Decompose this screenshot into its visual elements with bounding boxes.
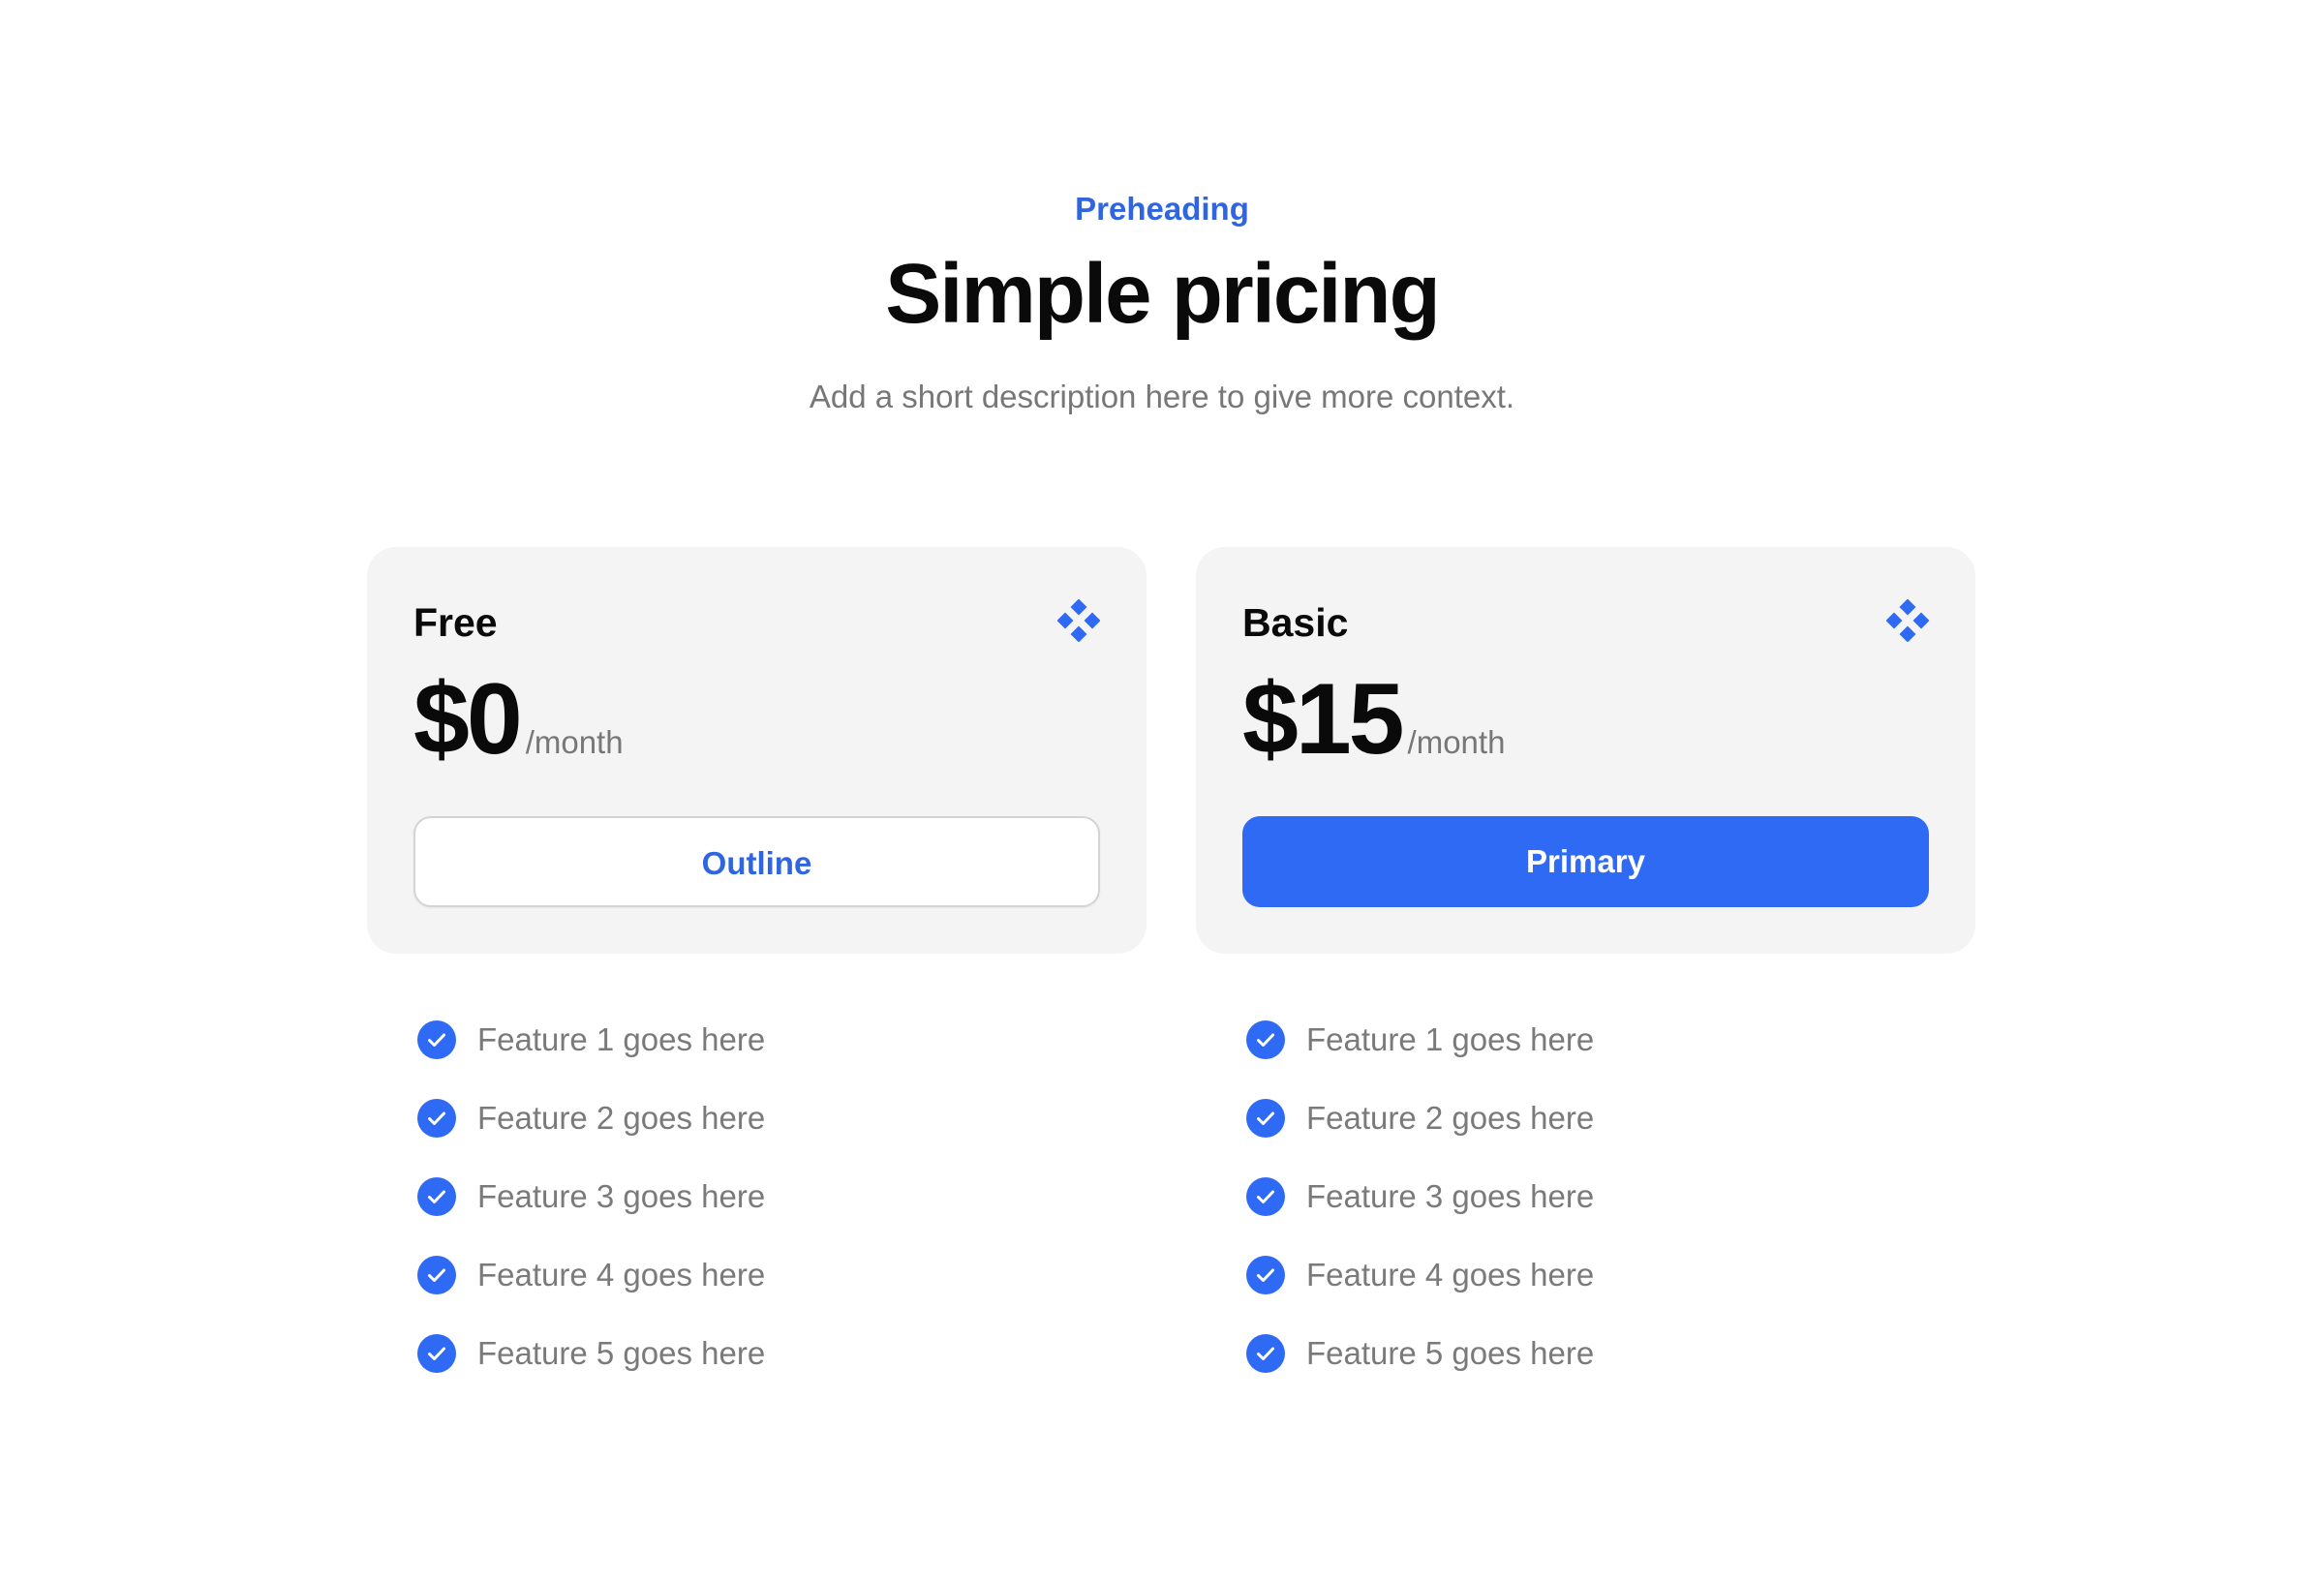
plan-card: Free $0/month Outline xyxy=(367,547,1147,954)
page-title: Simple pricing xyxy=(885,247,1440,341)
check-circle-icon xyxy=(1246,1019,1285,1059)
feature-item: Feature 2 goes here xyxy=(417,1079,765,1157)
outline-button[interactable]: Outline xyxy=(413,816,1100,907)
price-row: $0/month xyxy=(413,661,624,777)
plan-name: Free xyxy=(413,600,498,645)
feature-item: Feature 1 goes here xyxy=(417,1000,765,1079)
check-circle-icon xyxy=(417,1176,456,1216)
check-circle-icon xyxy=(1246,1176,1285,1216)
check-circle-icon xyxy=(1246,1255,1285,1294)
feature-label: Feature 3 goes here xyxy=(477,1177,766,1214)
check-circle-icon xyxy=(1246,1098,1285,1138)
price-amount: $15 xyxy=(1242,663,1405,776)
feature-list: Feature 1 goes here Feature 2 goes here … xyxy=(417,1000,765,1392)
page-description: Add a short description here to give mor… xyxy=(809,379,1515,414)
feature-label: Feature 5 goes here xyxy=(477,1334,766,1371)
price-period: /month xyxy=(525,724,624,760)
check-circle-icon xyxy=(417,1098,456,1138)
feature-label: Feature 1 goes here xyxy=(477,1020,766,1057)
check-circle-icon xyxy=(417,1019,456,1059)
price-period: /month xyxy=(1407,724,1506,760)
feature-label: Feature 1 goes here xyxy=(1306,1020,1595,1057)
feature-label: Feature 3 goes here xyxy=(1306,1177,1595,1214)
feature-label: Feature 2 goes here xyxy=(477,1099,766,1136)
feature-item: Feature 2 goes here xyxy=(1246,1079,1594,1157)
feature-label: Feature 5 goes here xyxy=(1306,1334,1595,1371)
check-circle-icon xyxy=(1246,1333,1285,1373)
diamond-cluster-icon xyxy=(1886,599,1929,642)
plan-free: Free $0/month Outline Feature 1 goes her… xyxy=(367,547,1147,1373)
price-amount: $0 xyxy=(413,663,523,776)
plan-name: Basic xyxy=(1242,600,1349,645)
plan-basic: Basic $15/month Primary Feature 1 goes h… xyxy=(1196,547,1975,1373)
feature-item: Feature 3 goes here xyxy=(1246,1157,1594,1235)
check-circle-icon xyxy=(417,1333,456,1373)
feature-item: Feature 4 goes here xyxy=(1246,1235,1594,1314)
feature-item: Feature 4 goes here xyxy=(417,1235,765,1314)
primary-button[interactable]: Primary xyxy=(1242,816,1929,907)
feature-item: Feature 1 goes here xyxy=(1246,1000,1594,1079)
feature-item: Feature 5 goes here xyxy=(417,1314,765,1392)
feature-label: Feature 4 goes here xyxy=(1306,1256,1595,1293)
feature-label: Feature 4 goes here xyxy=(477,1256,766,1293)
check-circle-icon xyxy=(417,1255,456,1294)
feature-label: Feature 2 goes here xyxy=(1306,1099,1595,1136)
feature-list: Feature 1 goes here Feature 2 goes here … xyxy=(1246,1000,1594,1392)
plan-card: Basic $15/month Primary xyxy=(1196,547,1975,954)
diamond-cluster-icon xyxy=(1057,599,1100,642)
price-row: $15/month xyxy=(1242,661,1505,777)
feature-item: Feature 3 goes here xyxy=(417,1157,765,1235)
preheading: Preheading xyxy=(1075,191,1249,227)
feature-item: Feature 5 goes here xyxy=(1246,1314,1594,1392)
